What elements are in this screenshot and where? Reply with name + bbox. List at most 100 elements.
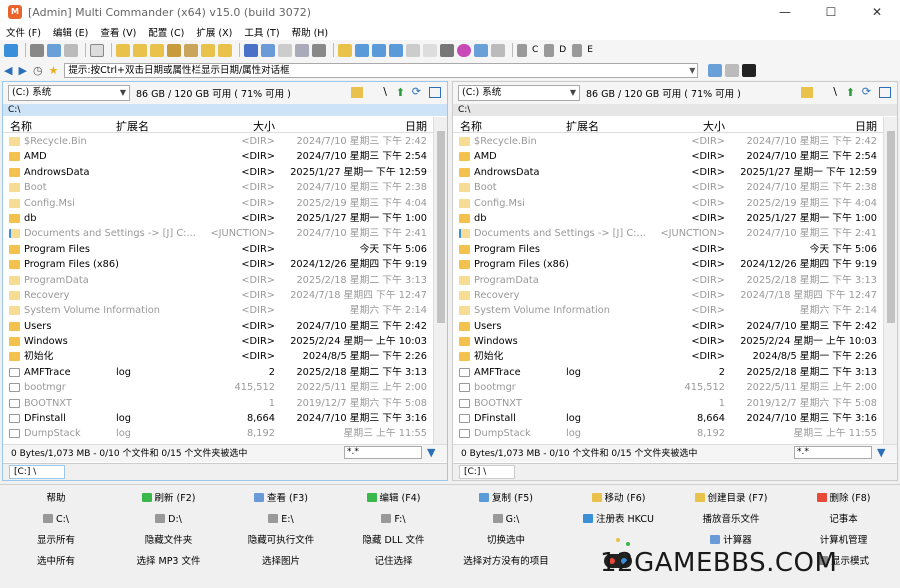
file-row[interactable]: $Recycle.Bin <DIR> 2024/7/10 星期三 下午 2:42: [453, 134, 883, 149]
move-tool-icon[interactable]: [372, 43, 386, 57]
file-row[interactable]: 初始化 <DIR> 2024/8/5 星期一 下午 2:26: [3, 349, 433, 364]
col-date-header[interactable]: 日期: [855, 118, 877, 134]
function-button[interactable]: F:\: [338, 510, 450, 530]
history-icon[interactable]: ◷: [33, 64, 43, 77]
file-row[interactable]: Users <DIR> 2024/7/10 星期三 下午 2:42: [453, 319, 883, 334]
forward-arrow-icon[interactable]: ▶: [18, 64, 26, 77]
col-ext-header[interactable]: 扩展名: [116, 118, 149, 134]
folder-tool-icon[interactable]: [133, 43, 147, 57]
function-button[interactable]: 移动 (F6): [563, 489, 675, 509]
folder-tool-icon[interactable]: [338, 43, 352, 57]
folder-tree-icon[interactable]: [351, 87, 363, 98]
file-row[interactable]: BOOTNXT 1 2019/12/7 星期六 下午 5:08: [3, 396, 433, 411]
file-row[interactable]: AMFTrace log 2 2025/2/18 星期二 下午 3:13: [453, 365, 883, 380]
filter-funnel-icon[interactable]: ▼: [877, 446, 885, 459]
screen-icon[interactable]: [474, 43, 488, 57]
function-button[interactable]: 查看 (F3): [225, 489, 337, 509]
file-row[interactable]: AMD <DIR> 2024/7/10 星期三 下午 2:54: [453, 149, 883, 164]
sync-icon[interactable]: [389, 43, 403, 57]
function-button[interactable]: C:\: [0, 510, 112, 530]
col-ext-header[interactable]: 扩展名: [566, 118, 599, 134]
function-button[interactable]: 隐藏可执行文件: [225, 531, 337, 551]
chevron-down-icon[interactable]: ▼: [570, 86, 576, 100]
function-button[interactable]: 创建目录 (F7): [675, 489, 787, 509]
search-icon[interactable]: [312, 43, 326, 57]
tab-c-root[interactable]: [C:] \: [9, 465, 65, 479]
maximize-button[interactable]: ☐: [808, 0, 854, 24]
file-row[interactable]: $Recycle.Bin <DIR> 2024/7/10 星期三 下午 2:42: [3, 134, 433, 149]
folder-tree-icon[interactable]: [801, 87, 813, 98]
col-size-header[interactable]: 大小: [253, 118, 275, 134]
vertical-scrollbar[interactable]: [883, 117, 897, 444]
drive-c-icon[interactable]: [517, 43, 527, 57]
drive-c-label[interactable]: C: [532, 45, 538, 55]
col-name-header[interactable]: 名称: [460, 118, 482, 134]
function-button[interactable]: 记事本: [788, 510, 900, 530]
folder-tool-icon[interactable]: [218, 43, 232, 57]
view-mode-icon[interactable]: [879, 87, 891, 98]
file-row[interactable]: ProgramData <DIR> 2025/2/18 星期二 下午 3:13: [453, 273, 883, 288]
file-row[interactable]: Recovery <DIR> 2024/7/18 星期四 下午 12:47: [453, 288, 883, 303]
file-row[interactable]: Config.Msi <DIR> 2025/2/19 星期三 下午 4:04: [453, 196, 883, 211]
function-button[interactable]: 选择对方没有的项目: [450, 552, 562, 572]
file-row[interactable]: 初始化 <DIR> 2024/8/5 星期一 下午 2:26: [453, 349, 883, 364]
filter-input[interactable]: *.*: [344, 446, 422, 459]
file-row[interactable]: Program Files <DIR> 今天 下午 5:06: [453, 242, 883, 257]
root-icon[interactable]: \: [383, 85, 387, 98]
menu-extensions[interactable]: 扩展 (X): [196, 25, 232, 39]
vertical-scrollbar[interactable]: [433, 117, 447, 444]
file-row[interactable]: Documents and Settings -> [J] C:... <JUNC…: [453, 226, 883, 241]
settings-icon[interactable]: [491, 43, 505, 57]
menu-edit[interactable]: 编辑 (E): [53, 25, 88, 39]
up-arrow-icon[interactable]: ⬆: [846, 86, 855, 99]
col-name-header[interactable]: 名称: [10, 118, 32, 134]
close-button[interactable]: ✕: [854, 0, 900, 24]
function-button[interactable]: 刷新 (F2): [113, 489, 225, 509]
package-icon[interactable]: [184, 43, 198, 57]
file-row[interactable]: AMD <DIR> 2024/7/10 星期三 下午 2:54: [3, 149, 433, 164]
file-list[interactable]: $Recycle.Bin <DIR> 2024/7/10 星期三 下午 2:42 AM…: [3, 134, 433, 444]
left-panel[interactable]: (C:) 系统 ▼ 86 GB / 120 GB 可用 ( 71% 可用 ) \…: [2, 81, 448, 481]
function-button[interactable]: 复制 (F5): [450, 489, 562, 509]
col-size-header[interactable]: 大小: [703, 118, 725, 134]
drive-select[interactable]: (C:) 系统 ▼: [458, 85, 580, 101]
view-mode-icon[interactable]: [429, 87, 441, 98]
function-button[interactable]: 隐藏 DLL 文件: [338, 531, 450, 551]
file-row[interactable]: Windows <DIR> 2025/2/24 星期一 上午 10:03: [3, 334, 433, 349]
file-row[interactable]: ProgramData <DIR> 2025/2/18 星期二 下午 3:13: [3, 273, 433, 288]
edit-icon[interactable]: [278, 43, 292, 57]
file-row[interactable]: Recovery <DIR> 2024/7/18 星期四 下午 12:47: [3, 288, 433, 303]
file-list[interactable]: $Recycle.Bin <DIR> 2024/7/10 星期三 下午 2:42 AM…: [453, 134, 883, 444]
compare-icon[interactable]: [406, 43, 420, 57]
chevron-down-icon[interactable]: ▼: [120, 86, 126, 100]
file-row[interactable]: DFinstall log 8,664 2024/7/10 星期三 下午 3:16: [3, 411, 433, 426]
file-row[interactable]: Boot <DIR> 2024/7/10 星期三 下午 2:38: [453, 180, 883, 195]
refresh-icon[interactable]: ⟳: [862, 85, 871, 98]
file-row[interactable]: System Volume Information <DIR> 星期六 下午 2:1…: [3, 303, 433, 318]
drive-d-icon[interactable]: [544, 43, 555, 57]
file-row[interactable]: AndrowsData <DIR> 2025/1/27 星期一 下午 12:59: [453, 165, 883, 180]
file-row[interactable]: Program Files (x86) <DIR> 2024/12/26 星期四 下…: [453, 257, 883, 272]
console-icon[interactable]: [742, 63, 757, 77]
function-button[interactable]: 选中所有: [0, 552, 112, 572]
minimize-button[interactable]: —: [762, 0, 808, 24]
properties-icon[interactable]: [423, 43, 437, 57]
scrollbar-thumb[interactable]: [437, 131, 445, 323]
function-button[interactable]: 注册表 HKCU: [563, 510, 675, 530]
function-button[interactable]: G:\: [450, 510, 562, 530]
file-row[interactable]: BOOTNXT 1 2019/12/7 星期六 下午 5:08: [453, 396, 883, 411]
drive-select[interactable]: (C:) 系统 ▼: [8, 85, 130, 101]
filter-funnel-icon[interactable]: ▼: [427, 446, 435, 459]
document-icon[interactable]: [261, 43, 275, 57]
drive-e-icon[interactable]: [572, 43, 583, 57]
paste-icon[interactable]: [64, 43, 78, 57]
function-button[interactable]: 记住选择: [338, 552, 450, 572]
layout-icon[interactable]: [90, 43, 104, 57]
file-row[interactable]: Boot <DIR> 2024/7/10 星期三 下午 2:38: [3, 180, 433, 195]
drive-d-label[interactable]: D: [559, 45, 566, 55]
file-row[interactable]: Windows <DIR> 2025/2/24 星期一 上午 10:03: [453, 334, 883, 349]
scrollbar-thumb[interactable]: [887, 131, 895, 323]
menu-help[interactable]: 帮助 (H): [292, 25, 329, 39]
path-bar[interactable]: C:\: [453, 104, 897, 116]
file-row[interactable]: AMFTrace log 2 2025/2/18 星期二 下午 3:13: [3, 365, 433, 380]
